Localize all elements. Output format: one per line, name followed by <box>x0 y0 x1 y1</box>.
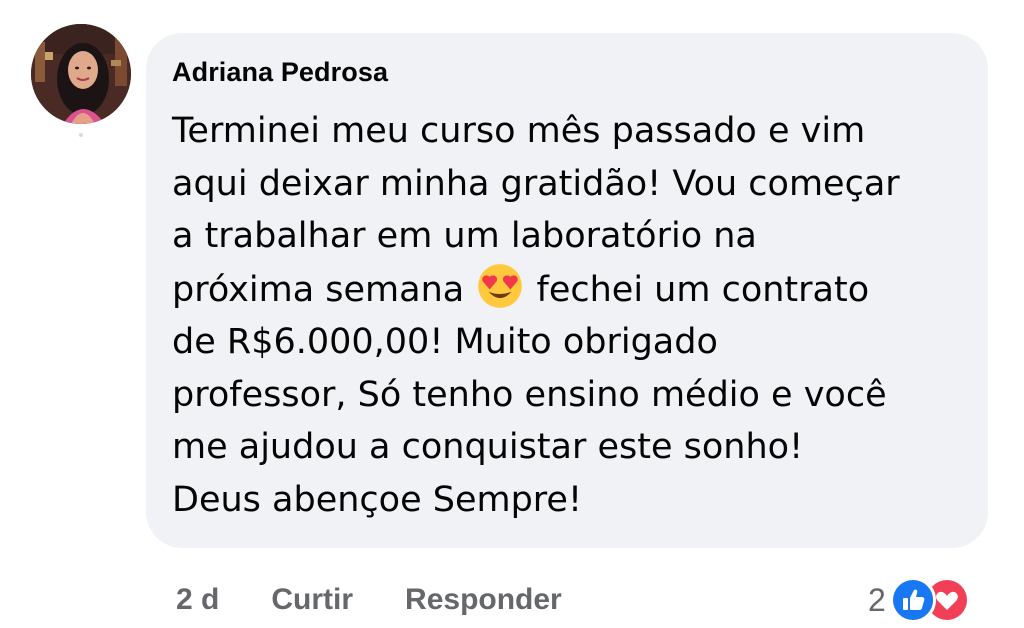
like-button[interactable]: Curtir <box>271 583 353 617</box>
comment-line: professor, Só tenho ensino médio e você <box>172 374 887 415</box>
reply-button[interactable]: Responder <box>405 583 562 617</box>
comment-line: me ajudou a conquistar este sonho! <box>172 427 804 467</box>
like-reaction-icon <box>889 577 936 623</box>
comment-timestamp[interactable]: 2 d <box>176 583 219 617</box>
comment-bubble: Adriana Pedrosa Terminei meu curso mês p… <box>146 33 988 548</box>
reaction-summary[interactable]: 2 <box>868 577 970 623</box>
comment-line-part: próxima semana <box>172 269 465 310</box>
comment-line: a trabalhar em um laboratório na <box>172 216 757 256</box>
comment-line: aqui deixar minha gratidão! Vou começar <box>172 163 900 204</box>
heart-eyes-emoji-icon <box>477 263 523 309</box>
comment-actions: 2 d Curtir Responder <box>176 578 562 622</box>
comment-line: Deus abençoe Sempre! <box>172 479 582 520</box>
reaction-count: 2 <box>868 581 886 618</box>
avatar-indicator <box>79 133 83 137</box>
comment-line: de R$6.000,00! Muito obrigado <box>172 322 718 362</box>
comment-line-with-emoji: próxima semana fechei um contrato <box>172 263 972 317</box>
avatar-photo <box>31 24 131 124</box>
comment-line-part: fechei um contrato <box>536 269 870 310</box>
avatar[interactable] <box>31 24 131 124</box>
comment-text: Terminei meu curso mês passado e vim aqu… <box>172 105 972 526</box>
comment-line: Terminei meu curso mês passado e vim <box>172 111 866 151</box>
comment-author[interactable]: Adriana Pedrosa <box>172 57 988 88</box>
